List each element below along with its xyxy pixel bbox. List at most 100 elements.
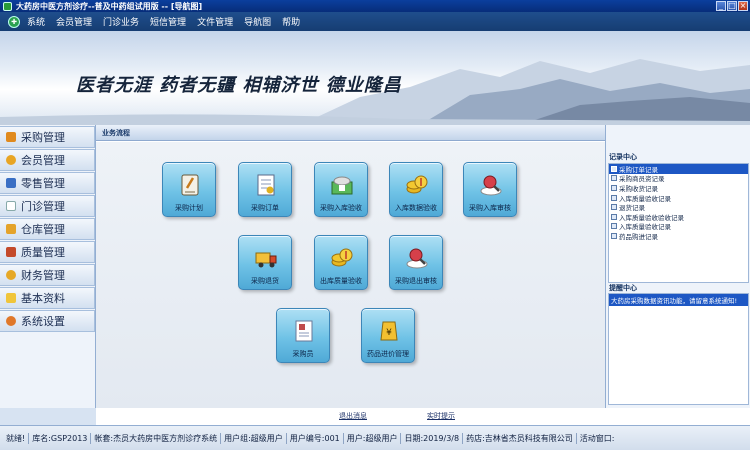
- sidebar-item-clinic[interactable]: 门诊管理: [0, 195, 95, 217]
- record-icon: [611, 204, 617, 211]
- record-icon: [611, 194, 617, 201]
- list-item[interactable]: 采购商员资记录: [609, 174, 748, 184]
- exit-message-link[interactable]: 退出消息: [339, 411, 367, 421]
- plan-icon: [181, 174, 199, 196]
- footer: 退出消息 实时提示: [96, 408, 750, 425]
- record-label: 入库质量验收验收记录: [619, 213, 684, 222]
- tile-purchase-order[interactable]: 采购订单: [238, 162, 292, 217]
- sidebar-item-member[interactable]: 会员管理: [0, 149, 95, 171]
- status-database: 库名:GSP2013: [29, 432, 92, 444]
- list-item[interactable]: 入库质量验收记录: [609, 193, 748, 202]
- sidebar-item-label: 零售管理: [21, 177, 65, 190]
- status-store: 药店:吉林省杰员科技有限公司: [463, 432, 577, 444]
- menu-member[interactable]: 会员管理: [56, 15, 92, 28]
- record-label: 采购订单记录: [619, 165, 658, 174]
- sidebar: 采购管理 会员管理 零售管理 门诊管理 仓库管理 质量管理 财务管理 基本资料 …: [0, 125, 96, 408]
- sidebar-item-retail[interactable]: 零售管理: [0, 172, 95, 194]
- notice-list[interactable]: 大药房采购数据资讯功能，请留意系统通知!: [608, 293, 749, 405]
- app-logo-icon: ✚: [8, 15, 20, 28]
- status-user-group: 用户组:超级用户: [221, 432, 287, 444]
- list-item[interactable]: 采购订单记录: [609, 164, 748, 174]
- tile-label: 采购入库验收: [320, 204, 362, 212]
- sidebar-item-label: 财务管理: [21, 269, 65, 282]
- list-item[interactable]: 入库质量验收验收记录: [609, 212, 748, 222]
- workflow-panel: 采购计划 采购订单 采购入库验收 入库数据验收 采购入库审核 采购退货 出库质量…: [96, 142, 605, 408]
- tile-label: 出库质量验收: [320, 277, 362, 285]
- record-icon: [611, 213, 617, 220]
- record-icon: [611, 184, 617, 191]
- tile-receipt-acceptance[interactable]: 采购入库验收: [314, 162, 368, 217]
- sidebar-item-label: 会员管理: [21, 154, 65, 167]
- records-center-title: 记录中心: [609, 153, 637, 161]
- notice-center-title: 提醒中心: [609, 284, 637, 292]
- minimize-icon[interactable]: _: [716, 1, 726, 11]
- records-list[interactable]: 采购订单记录 采购商员资记录 采购收货记录 入库质量验收记录 退货记录 入库质量…: [608, 163, 749, 283]
- warehouse-icon: [6, 224, 16, 234]
- list-item[interactable]: 药品购进记录: [609, 231, 748, 241]
- menu-clinic[interactable]: 门诊业务: [103, 15, 139, 28]
- sidebar-item-purchase[interactable]: 采购管理: [0, 126, 95, 148]
- tile-outbound-quality[interactable]: 出库质量验收: [314, 235, 368, 290]
- main-header: 业务流程: [96, 125, 605, 141]
- sidebar-item-label: 仓库管理: [21, 223, 65, 236]
- tile-purchase-return[interactable]: 采购退货: [238, 235, 292, 290]
- status-date: 日期:2019/3/8: [401, 432, 464, 444]
- realtime-tips-link[interactable]: 实时提示: [427, 411, 455, 421]
- status-user-id: 用户编号:001: [287, 432, 344, 444]
- svg-text:¥: ¥: [386, 328, 392, 338]
- tile-label: 入库数据验收: [395, 204, 437, 212]
- title-bar: 大药房中医方剂诊疗--普及中药组试用版 -- [导航图] _ □ ×: [0, 0, 750, 12]
- status-account: 帐套:杰员大药房中医方剂诊疗系统: [91, 432, 222, 444]
- sidebar-item-warehouse[interactable]: 仓库管理: [0, 218, 95, 240]
- close-icon[interactable]: ×: [738, 1, 748, 11]
- record-label: 采购商员资记录: [619, 175, 665, 184]
- status-active-window: 活动窗口:: [579, 433, 615, 443]
- tile-purchase-plan[interactable]: 采购计划: [162, 162, 216, 217]
- coins-icon: [406, 175, 428, 194]
- app-icon: [3, 1, 12, 11]
- record-label: 入库质量验收记录: [619, 223, 671, 232]
- menu-sms[interactable]: 短信管理: [150, 15, 186, 28]
- magnifier-icon: [406, 248, 428, 269]
- tile-label: 采购退出审核: [395, 277, 437, 285]
- leaf-icon: [6, 132, 16, 142]
- sidebar-item-finance[interactable]: 财务管理: [0, 264, 95, 286]
- tile-label: 药品进价管理: [367, 350, 409, 358]
- tile-inbound-review[interactable]: 采购入库审核: [463, 162, 517, 217]
- member-icon: [6, 155, 16, 165]
- receipt-icon: [331, 176, 353, 195]
- tile-return-review[interactable]: 采购退出审核: [389, 235, 443, 290]
- maximize-icon[interactable]: □: [727, 1, 737, 11]
- record-label: 药品购进记录: [619, 232, 658, 241]
- sidebar-item-quality[interactable]: 质量管理: [0, 241, 95, 263]
- list-item[interactable]: 入库质量验收记录: [609, 222, 748, 232]
- sidebar-item-settings[interactable]: 系统设置: [0, 310, 95, 332]
- list-item[interactable]: 采购收货记录: [609, 183, 748, 193]
- tile-label: 采购员: [292, 350, 314, 358]
- menu-navigation[interactable]: 导航图: [244, 15, 271, 28]
- tile-buyer[interactable]: 采购员: [276, 308, 330, 363]
- quality-icon: [6, 247, 16, 257]
- menu-help[interactable]: 帮助: [282, 15, 300, 28]
- sidebar-item-label: 门诊管理: [21, 200, 65, 213]
- status-bar: 就绪! 库名:GSP2013 帐套:杰员大药房中医方剂诊疗系统 用户组:超级用户…: [0, 425, 750, 450]
- menu-bar: ✚ 系统 会员管理 门诊业务 短信管理 文件管理 导航图 帮助: [0, 12, 750, 31]
- clinic-icon: [6, 201, 16, 211]
- menu-system[interactable]: 系统: [27, 15, 45, 28]
- notice-item[interactable]: 大药房采购数据资讯功能，请留意系统通知!: [609, 294, 748, 306]
- record-label: 采购收货记录: [619, 184, 658, 193]
- list-item[interactable]: 退货记录: [609, 202, 748, 212]
- record-icon: [611, 175, 617, 182]
- record-label: 退货记录: [619, 204, 645, 212]
- tile-label: 采购计划: [175, 204, 203, 212]
- right-panel: 记录中心 采购订单记录 采购商员资记录 采购收货记录 入库质量验收记录 退货记录…: [605, 125, 750, 408]
- menu-files[interactable]: 文件管理: [197, 15, 233, 28]
- sidebar-item-basic-data[interactable]: 基本资料: [0, 287, 95, 309]
- folder-icon: [6, 293, 16, 303]
- order-icon: [257, 174, 275, 196]
- cart-icon: [6, 178, 16, 188]
- card-icon: [295, 320, 313, 342]
- tile-price-management[interactable]: ¥ 药品进价管理: [361, 308, 415, 363]
- tile-inbound-data-acceptance[interactable]: 入库数据验收: [389, 162, 443, 217]
- page-title: 业务流程: [102, 128, 130, 137]
